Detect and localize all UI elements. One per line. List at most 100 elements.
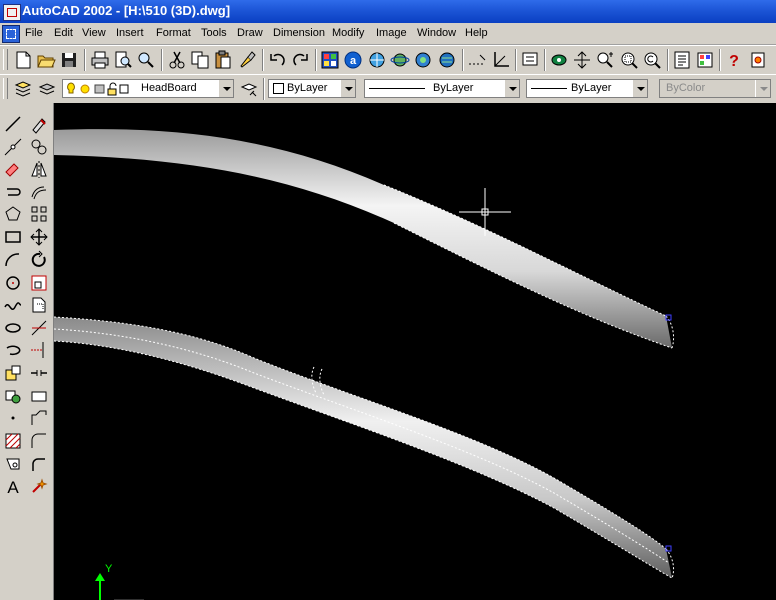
region-icon[interactable]: [2, 453, 24, 475]
title-bar[interactable]: AutoCAD 2002 - [H:\510 (3D).dwg]: [0, 0, 776, 23]
chevron-down-icon[interactable]: [218, 80, 233, 97]
menu-draw[interactable]: Draw: [237, 27, 263, 39]
point-icon[interactable]: [2, 407, 24, 429]
move-icon[interactable]: [28, 226, 50, 248]
linetype-value: ByLayer: [433, 82, 474, 94]
autocad-app-icon[interactable]: [3, 4, 21, 21]
extend-icon[interactable]: [28, 339, 50, 361]
trim-icon[interactable]: [28, 317, 50, 339]
menu-tools[interactable]: Tools: [201, 27, 227, 39]
upper-rail-solid[interactable]: [54, 129, 672, 348]
redraw-icon[interactable]: [548, 49, 570, 71]
layer-dropdown[interactable]: HeadBoard: [62, 79, 234, 98]
pan-icon[interactable]: [571, 49, 593, 71]
menu-view[interactable]: View: [82, 27, 106, 39]
ellipse-icon[interactable]: [2, 317, 24, 339]
distance-icon[interactable]: [466, 49, 488, 71]
model-space-icon[interactable]: [436, 49, 458, 71]
properties-icon[interactable]: [671, 49, 693, 71]
3d-orbit-icon[interactable]: [389, 49, 411, 71]
make-block-icon[interactable]: [2, 385, 24, 407]
document-icon[interactable]: [2, 25, 20, 43]
menu-dimension[interactable]: Dimension: [273, 27, 325, 39]
construction-line-icon[interactable]: [2, 136, 24, 158]
hatch-icon[interactable]: [2, 430, 24, 452]
polyline-icon[interactable]: [2, 181, 24, 203]
spline-icon[interactable]: [2, 294, 24, 316]
break-at-point-icon[interactable]: [28, 385, 50, 407]
cut-icon[interactable]: [166, 49, 188, 71]
ucs-icon[interactable]: [490, 49, 512, 71]
menu-format[interactable]: Format: [156, 27, 191, 39]
mirror-icon[interactable]: [28, 158, 50, 180]
menu-window[interactable]: Window: [417, 27, 456, 39]
zoom-realtime-icon[interactable]: [594, 49, 616, 71]
tool-palette-icon[interactable]: [694, 49, 716, 71]
menu-edit[interactable]: Edit: [54, 27, 73, 39]
menu-image[interactable]: Image: [376, 27, 407, 39]
multiline-text-icon[interactable]: A: [2, 475, 24, 497]
menu-modify[interactable]: Modify: [332, 27, 364, 39]
insert-block-icon[interactable]: [2, 362, 24, 384]
linetype-dropdown[interactable]: ByLayer: [364, 79, 520, 98]
pin-icon[interactable]: [747, 49, 769, 71]
zoom-previous-icon[interactable]: [641, 49, 663, 71]
named-views-icon[interactable]: [519, 49, 541, 71]
print-preview-icon[interactable]: [112, 49, 134, 71]
chevron-down-icon[interactable]: [340, 80, 355, 97]
circle-icon[interactable]: [2, 272, 24, 294]
print-icon[interactable]: [89, 49, 111, 71]
menu-insert[interactable]: Insert: [116, 27, 144, 39]
find-icon[interactable]: [135, 49, 157, 71]
publish-web-icon[interactable]: [412, 49, 434, 71]
color-value: ByLayer: [287, 82, 328, 94]
explode-icon[interactable]: [28, 475, 50, 497]
array-icon[interactable]: [28, 203, 50, 225]
polygon-icon[interactable]: [2, 203, 24, 225]
lineweight-dropdown[interactable]: ByLayer: [526, 79, 648, 98]
break-icon[interactable]: [28, 362, 50, 384]
scale-icon[interactable]: [28, 272, 50, 294]
properties-toolbar: HeadBoard ByLayer ByLayer ByLayer ByColo…: [0, 74, 776, 104]
design-center-icon[interactable]: [319, 49, 341, 71]
fillet-corner-icon[interactable]: [28, 453, 50, 475]
lower-rail-solid[interactable]: [54, 317, 672, 578]
arc-icon[interactable]: [2, 249, 24, 271]
help-icon[interactable]: ?: [723, 49, 745, 71]
offset-icon[interactable]: [28, 181, 50, 203]
autocad-today-icon[interactable]: a: [342, 49, 364, 71]
toolbar-grip[interactable]: [3, 49, 8, 70]
ellipse-arc-icon[interactable]: [2, 339, 24, 361]
menu-help[interactable]: Help: [465, 27, 488, 39]
rotate-icon[interactable]: [28, 249, 50, 271]
drawing-viewport[interactable]: Y: [54, 103, 776, 600]
chamfer-icon[interactable]: [28, 407, 50, 429]
toolbar-separator: [544, 49, 546, 71]
multiline-icon[interactable]: [2, 158, 24, 180]
undo-icon[interactable]: [266, 49, 288, 71]
chevron-down-icon[interactable]: [632, 80, 647, 97]
new-icon[interactable]: [12, 49, 34, 71]
make-current-layer-icon[interactable]: [36, 78, 58, 100]
rectangle-icon[interactable]: [2, 226, 24, 248]
match-properties-icon[interactable]: [236, 49, 258, 71]
stretch-icon[interactable]: [28, 294, 50, 316]
layer-properties-icon[interactable]: [12, 78, 34, 100]
menu-file[interactable]: File: [25, 27, 43, 39]
browse-web-icon[interactable]: [366, 49, 388, 71]
line-icon[interactable]: [2, 113, 24, 135]
copy-icon[interactable]: [189, 49, 211, 71]
save-icon[interactable]: [58, 49, 80, 71]
redo-icon[interactable]: [290, 49, 312, 71]
drawing-area[interactable]: Y: [54, 103, 776, 600]
color-dropdown[interactable]: ByLayer: [268, 79, 356, 98]
open-icon[interactable]: [35, 49, 57, 71]
paste-icon[interactable]: [212, 49, 234, 71]
copy-object-icon[interactable]: [28, 136, 50, 158]
fillet-icon[interactable]: [28, 430, 50, 452]
toolbar-grip[interactable]: [3, 78, 8, 99]
chevron-down-icon[interactable]: [504, 80, 519, 97]
zoom-window-icon[interactable]: [618, 49, 640, 71]
erase-icon[interactable]: [28, 113, 50, 135]
layer-previous-icon[interactable]: [238, 78, 260, 100]
